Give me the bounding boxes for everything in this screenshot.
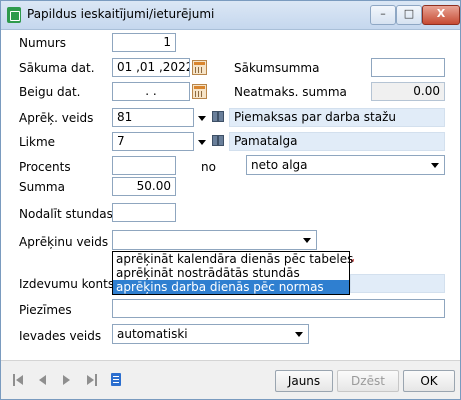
piezimes-input[interactable] bbox=[112, 299, 445, 318]
delete-button[interactable]: Dzēst bbox=[337, 370, 399, 392]
aprekinu-veids-label: Aprēķinu veids bbox=[19, 235, 109, 249]
dropdown-arrow-icon[interactable] bbox=[198, 116, 206, 121]
aprekinu-veids-dropdown-list: aprēķināt kalendāra dienās pēc tabeles a… bbox=[112, 251, 353, 295]
footer-bar: Jauns Dzēst OK bbox=[1, 360, 460, 399]
beigu-dat-label: Beigu dat. bbox=[19, 85, 81, 99]
no-label: no bbox=[201, 160, 216, 174]
dialog-window: Papildus ieskaitījumi/ieturējumi – □ X N… bbox=[0, 0, 461, 400]
window-title: Papildus ieskaitījumi/ieturējumi bbox=[27, 7, 215, 21]
likme-input[interactable]: 7 bbox=[112, 132, 194, 151]
dropdown-arrow-icon[interactable] bbox=[198, 140, 206, 145]
calendar-icon[interactable] bbox=[192, 84, 207, 99]
chevron-down-icon bbox=[295, 332, 303, 337]
summa-input[interactable]: 50.00 bbox=[112, 177, 176, 196]
dropdown-option[interactable]: aprēķināt nostrādātās stundās bbox=[113, 266, 349, 280]
dropdown-option[interactable]: aprēķināt kalendāra dienās pēc tabeles bbox=[113, 252, 353, 266]
title-bar[interactable]: Papildus ieskaitījumi/ieturējumi – □ X bbox=[1, 1, 460, 30]
neatmaks-summa-label: Neatmaks. summa bbox=[234, 85, 347, 99]
aprek-veids-description: Piemaksas par darba stažu bbox=[229, 108, 445, 127]
new-button[interactable]: Jauns bbox=[275, 370, 333, 392]
first-record-icon[interactable] bbox=[13, 374, 23, 386]
maximize-icon: □ bbox=[403, 7, 415, 20]
procents-base-select[interactable]: neto alga bbox=[246, 155, 445, 175]
numurs-input[interactable]: 1 bbox=[112, 33, 176, 52]
ievades-veids-select[interactable]: automatiski bbox=[112, 324, 309, 344]
next-record-icon[interactable] bbox=[63, 374, 73, 386]
previous-record-icon[interactable] bbox=[39, 374, 49, 386]
aprek-veids-label: Aprēķ. veids bbox=[19, 111, 94, 125]
aprekinu-veids-select[interactable] bbox=[112, 230, 317, 250]
izdevumu-konts-description bbox=[350, 274, 445, 293]
ok-button[interactable]: OK bbox=[403, 370, 455, 392]
sakumsumma-label: Sākumsumma bbox=[234, 61, 320, 75]
chevron-down-icon bbox=[431, 163, 439, 168]
book-lookup-icon[interactable] bbox=[212, 135, 225, 147]
minimize-icon: – bbox=[380, 7, 386, 20]
book-lookup-icon[interactable] bbox=[212, 111, 225, 123]
likme-label: Likme bbox=[19, 135, 56, 149]
neatmaks-summa-field: 0.00 bbox=[371, 82, 445, 101]
close-button[interactable]: X bbox=[422, 5, 460, 25]
dropdown-option-selected[interactable]: aprēķins darba dienās pēc normas bbox=[113, 280, 349, 294]
likme-description: Pamatalga bbox=[229, 132, 445, 151]
minimize-button[interactable]: – bbox=[370, 5, 396, 25]
numurs-label: Numurs bbox=[19, 36, 67, 50]
aprek-veids-input[interactable]: 81 bbox=[112, 108, 194, 127]
summa-label: Summa bbox=[19, 180, 65, 194]
procents-label: Procents bbox=[19, 160, 71, 174]
beigu-dat-input[interactable]: . . bbox=[112, 82, 190, 101]
sakumsumma-input[interactable] bbox=[371, 58, 445, 77]
chevron-down-icon bbox=[303, 238, 311, 243]
document-list-icon[interactable] bbox=[111, 373, 121, 386]
sakuma-dat-label: Sākuma dat. bbox=[19, 61, 95, 75]
nodalit-stundas-input[interactable] bbox=[112, 203, 176, 222]
ievades-veids-label: Ievades veids bbox=[19, 329, 102, 343]
nodalit-stundas-label: Nodalīt stundas bbox=[19, 207, 113, 221]
ievades-veids-value: automatiski bbox=[117, 327, 188, 341]
procents-input[interactable] bbox=[112, 156, 176, 175]
izdevumu-konts-label: Izdevumu konts bbox=[19, 277, 115, 291]
maximize-button[interactable]: □ bbox=[396, 5, 422, 25]
close-icon: X bbox=[436, 7, 446, 20]
procents-base-value: neto alga bbox=[251, 158, 308, 172]
app-icon bbox=[7, 7, 21, 23]
calendar-icon[interactable] bbox=[192, 60, 207, 75]
sakuma-dat-input[interactable]: 01 ,01 ,2022 bbox=[112, 58, 190, 77]
piezimes-label: Piezīmes bbox=[19, 303, 72, 317]
last-record-icon[interactable] bbox=[87, 374, 97, 386]
form-area: Numurs 1 Sākuma dat. 01 ,01 ,2022 Sākums… bbox=[1, 30, 460, 360]
